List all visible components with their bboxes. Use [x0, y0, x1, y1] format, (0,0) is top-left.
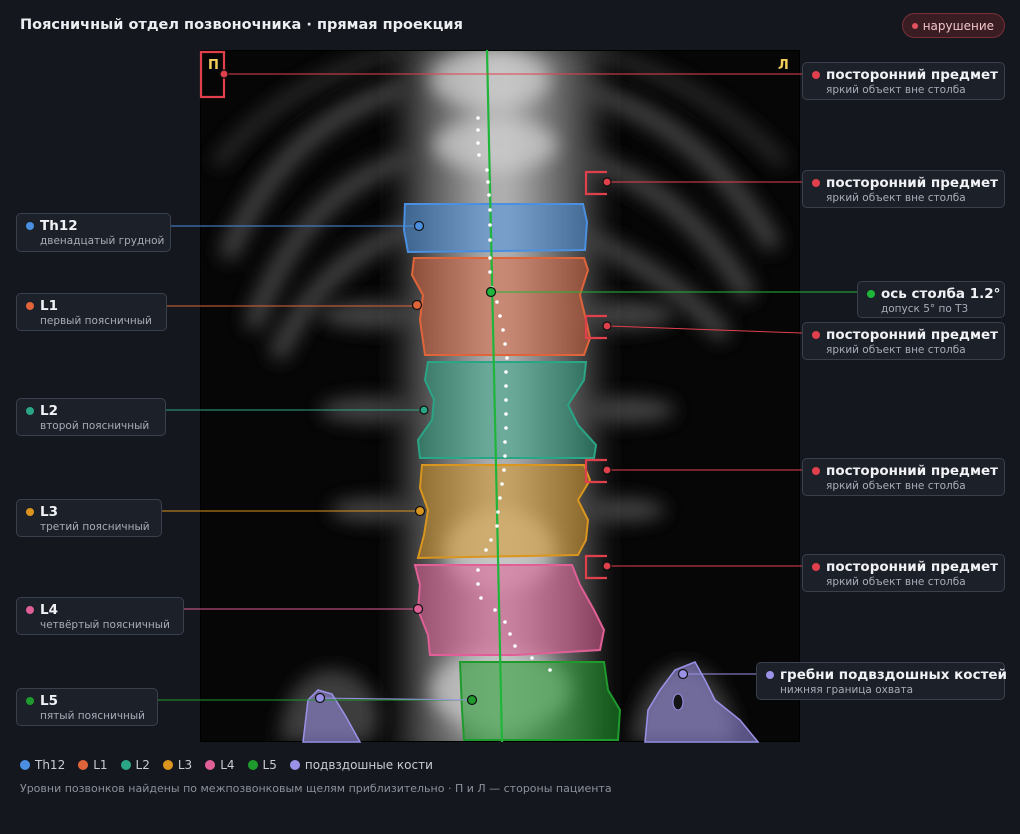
callout-foreign-5[interactable]: посторонний предмет яркий объект вне сто… — [802, 554, 1005, 592]
legend-l5-label: L5 — [262, 758, 277, 772]
legend-l1-label: L1 — [93, 758, 108, 772]
legend: Th12 L1 L2 L3 L4 L5 подвздошные кости — [20, 758, 433, 772]
callout-foreign-5-name: посторонний предмет — [826, 559, 998, 575]
side-label-right: П — [208, 58, 219, 73]
callout-foreign-3[interactable]: посторонний предмет яркий объект вне сто… — [802, 322, 1005, 360]
legend-item-l2[interactable]: L2 — [120, 758, 150, 772]
legend-l4-label: L4 — [220, 758, 235, 772]
callout-foreign-4-name: посторонний предмет — [826, 463, 998, 479]
callout-l1-name: L1 — [40, 298, 58, 314]
callout-foreign-5-desc: яркий объект вне столба — [826, 576, 966, 588]
l5-dot-icon — [26, 697, 34, 705]
iliac-dot-icon — [766, 671, 774, 679]
callout-axis-name: ось столба 1.2° — [881, 286, 1001, 302]
legend-l1-dot-icon — [78, 760, 89, 770]
callout-l2[interactable]: L2 второй поясничный — [16, 398, 166, 436]
l2-dot-icon — [26, 407, 34, 415]
callout-l5[interactable]: L5 пятый поясничный — [16, 688, 158, 726]
callout-l4-name: L4 — [40, 602, 58, 618]
callout-iliac-name: гребни подвздошных костей — [780, 667, 1008, 683]
callout-l3-desc: третий поясничный — [40, 521, 150, 533]
callout-axis-desc: допуск 5° по Т3 — [881, 303, 969, 315]
axis-dot-icon — [867, 290, 875, 298]
l1-dot-icon — [26, 302, 34, 310]
callout-foreign-2-desc: яркий объект вне столба — [826, 192, 966, 204]
alert-dot-icon — [911, 22, 918, 29]
callout-axis[interactable]: ось столба 1.2° допуск 5° по Т3 — [857, 281, 1005, 318]
callout-l2-name: L2 — [40, 403, 58, 419]
legend-iliac-dot-icon — [289, 760, 300, 770]
legend-iliac-label: подвздошные кости — [304, 758, 433, 772]
l3-dot-icon — [26, 508, 34, 516]
callout-l2-desc: второй поясничный — [40, 420, 150, 432]
footnote: Уровни позвонков найдены по межпозвонков… — [20, 782, 612, 795]
callout-th12-desc: двенадцатый грудной — [40, 235, 165, 247]
side-label-left: Л — [778, 58, 789, 73]
l4-dot-icon — [26, 606, 34, 614]
th12-dot-icon — [26, 222, 34, 230]
callout-l5-name: L5 — [40, 693, 58, 709]
callout-l4[interactable]: L4 четвёртый поясничный — [16, 597, 184, 635]
callout-l3[interactable]: L3 третий поясничный — [16, 499, 162, 537]
callout-foreign-4-desc: яркий объект вне столба — [826, 480, 966, 492]
callout-foreign-2[interactable]: посторонний предмет яркий объект вне сто… — [802, 170, 1005, 208]
legend-item-iliac[interactable]: подвздошные кости — [289, 758, 433, 772]
legend-l2-dot-icon — [120, 760, 131, 770]
page-title: Поясничный отдел позвоночника · прямая п… — [20, 17, 463, 33]
legend-l4-dot-icon — [205, 760, 216, 770]
xray-image: П Л — [200, 50, 800, 742]
legend-item-th12[interactable]: Th12 — [20, 758, 65, 772]
legend-l2-label: L2 — [135, 758, 150, 772]
callout-foreign-3-desc: яркий объект вне столба — [826, 344, 966, 356]
callout-l3-name: L3 — [40, 504, 58, 520]
callout-th12[interactable]: Th12 двенадцатый грудной — [16, 213, 171, 252]
callout-iliac[interactable]: гребни подвздошных костей нижняя граница… — [756, 662, 1008, 700]
callout-foreign-2-name: посторонний предмет — [826, 175, 998, 191]
callout-foreign-1[interactable]: посторонний предмет яркий объект вне сто… — [802, 62, 1005, 100]
callout-iliac-desc: нижняя граница охвата — [780, 684, 914, 696]
foreign-2-dot-icon — [812, 179, 820, 187]
status-badge-label: нарушение — [922, 18, 994, 33]
legend-item-l5[interactable]: L5 — [247, 758, 277, 772]
foreign-3-dot-icon — [812, 331, 820, 339]
callout-l1[interactable]: L1 первый поясничный — [16, 293, 167, 331]
status-badge[interactable]: нарушение — [901, 13, 1005, 38]
legend-item-l4[interactable]: L4 — [205, 758, 235, 772]
legend-l5-dot-icon — [247, 760, 258, 770]
callout-foreign-4[interactable]: посторонний предмет яркий объект вне сто… — [802, 458, 1005, 496]
legend-l3-label: L3 — [177, 758, 193, 772]
legend-l3-dot-icon — [162, 760, 173, 770]
callout-l1-desc: первый поясничный — [40, 315, 152, 327]
foreign-4-dot-icon — [812, 467, 820, 475]
xray-svg — [200, 50, 800, 742]
legend-th12-dot-icon — [20, 760, 30, 770]
callout-foreign-1-desc: яркий объект вне столба — [826, 84, 966, 96]
header: Поясничный отдел позвоночника · прямая п… — [20, 13, 1005, 38]
callout-foreign-1-name: посторонний предмет — [826, 67, 998, 83]
legend-item-l1[interactable]: L1 — [78, 758, 108, 772]
legend-th12-label: Th12 — [35, 758, 66, 772]
callout-th12-name: Th12 — [40, 218, 78, 234]
foreign-1-dot-icon — [812, 71, 820, 79]
callout-l5-desc: пятый поясничный — [40, 710, 145, 722]
legend-item-l3[interactable]: L3 — [162, 758, 193, 772]
foreign-5-dot-icon — [812, 563, 820, 571]
callout-foreign-3-name: посторонний предмет — [826, 327, 998, 343]
callout-l4-desc: четвёртый поясничный — [40, 619, 170, 631]
